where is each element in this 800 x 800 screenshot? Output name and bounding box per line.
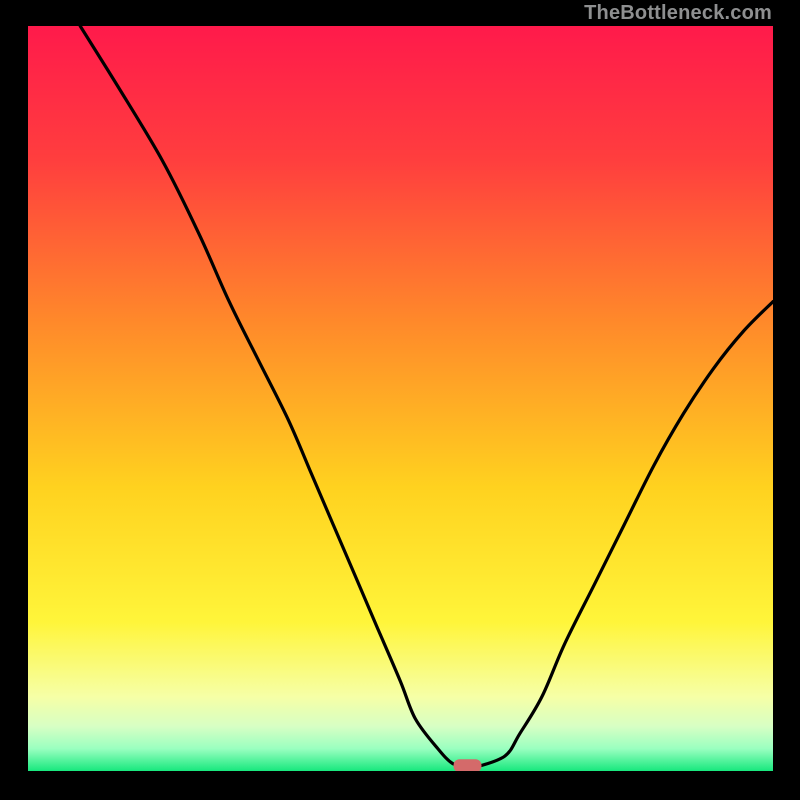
- chart-frame: TheBottleneck.com: [0, 0, 800, 800]
- minimum-marker: [454, 759, 482, 771]
- plot-area: [28, 26, 773, 771]
- chart-overlay: [28, 26, 773, 771]
- attribution-label: TheBottleneck.com: [584, 2, 772, 25]
- bottleneck-curve: [80, 26, 773, 768]
